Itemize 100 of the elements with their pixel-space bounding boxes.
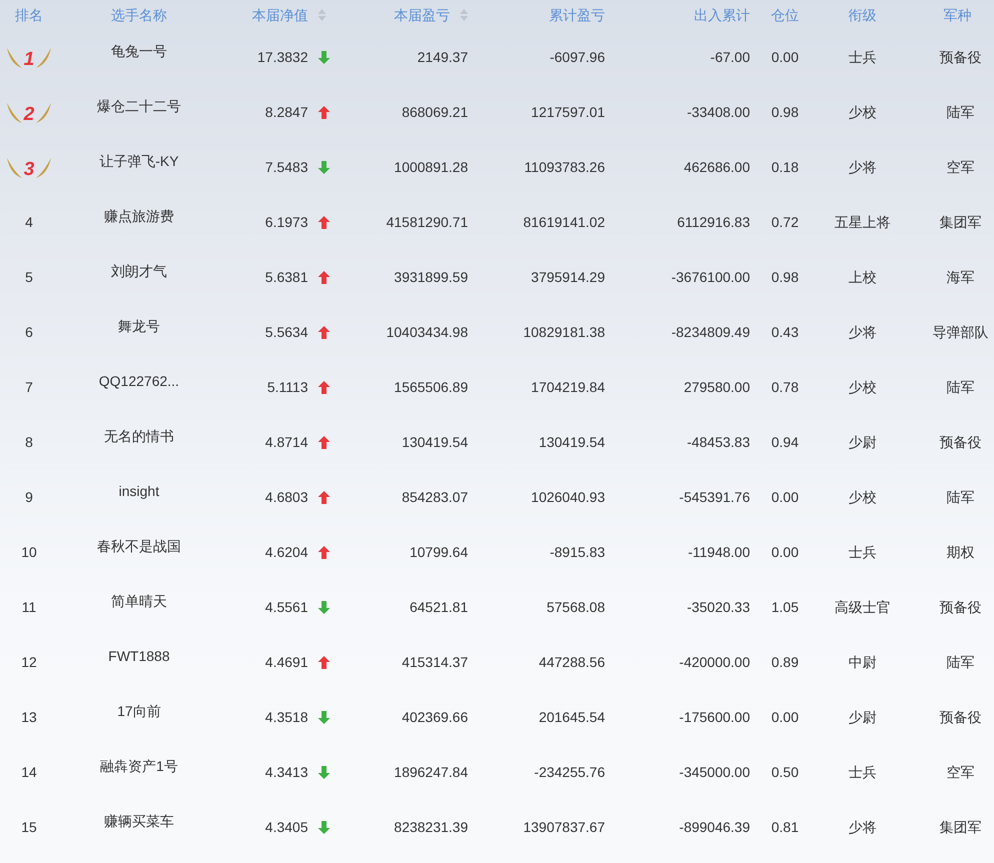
position-cell-text: 0.98 — [770, 268, 800, 287]
total-profit-cell-text: -6097.96 — [548, 48, 606, 67]
rank-title-cell-text: 少校 — [848, 378, 878, 397]
branch-cell-text: 预备役 — [938, 433, 982, 452]
position-cell-text: 0.81 — [770, 818, 800, 837]
total-profit-cell-text: 130419.54 — [538, 433, 606, 452]
net-value: 4.6803 — [265, 488, 308, 507]
branch-cell-text: 预备役 — [938, 48, 982, 67]
sortable-header[interactable]: 本届净值 — [252, 4, 308, 26]
flow-cell-text: -545391.76 — [678, 488, 751, 507]
rank-number: 10 — [20, 543, 38, 562]
flow-cell-text: -35020.33 — [686, 598, 751, 617]
position-cell-text: 0.72 — [770, 213, 800, 232]
total-profit-cell-text: 1704219.84 — [530, 378, 606, 397]
branch-cell-text: 集团军 — [938, 213, 982, 232]
total-profit-cell-text: 57568.08 — [546, 598, 606, 617]
position-cell-text: 0.00 — [770, 543, 800, 562]
player-name: 17向前 — [116, 702, 162, 721]
rank-title-cell-text: 少校 — [848, 488, 878, 507]
branch-cell-text: 陆军 — [946, 378, 976, 397]
rank-title-cell-text: 五星上将 — [834, 213, 892, 232]
player-name: 简单晴天 — [110, 592, 168, 611]
rank-title-cell-text: 士兵 — [848, 543, 878, 562]
rank-number: 15 — [20, 818, 38, 837]
player-name: 融犇资产1号 — [99, 757, 179, 776]
flow-cell-text: -420000.00 — [678, 653, 751, 672]
profit-cell-text: 1000891.28 — [393, 158, 469, 177]
branch-cell-text: 陆军 — [946, 653, 976, 672]
rank-number: 4 — [24, 213, 34, 232]
column-header: 排名 — [15, 6, 43, 24]
sortable-header[interactable]: 本届盈亏 — [394, 4, 450, 26]
position-cell-text: 0.89 — [770, 653, 800, 672]
total-profit-cell-text: 13907837.67 — [522, 818, 606, 837]
branch-cell-text: 集团军 — [938, 818, 982, 837]
net-value: 5.6381 — [265, 268, 308, 287]
flow-cell-text: -11948.00 — [686, 543, 751, 562]
flow-cell-text: -33408.00 — [686, 103, 751, 122]
column-header: 选手名称 — [111, 6, 167, 24]
net-value: 4.3405 — [265, 818, 308, 837]
position-cell-text: 0.94 — [770, 433, 800, 452]
rank-number: 9 — [24, 488, 34, 507]
branch-cell-text: 海军 — [946, 268, 976, 287]
profit-cell-text: 1565506.89 — [393, 378, 469, 397]
total-profit-cell-text: 10829181.38 — [522, 323, 606, 342]
rank-number: 7 — [24, 378, 34, 397]
rank-title-cell-text: 少尉 — [848, 433, 878, 452]
net-value: 7.5483 — [265, 158, 308, 177]
column-header: 仓位 — [771, 6, 799, 24]
total-profit-cell-text: -8915.83 — [548, 543, 606, 562]
player-name: 舞龙号 — [117, 317, 161, 336]
column-header: 出入累计 — [694, 6, 750, 24]
player-name: 赚辆买菜车 — [103, 812, 175, 831]
flow-cell-text: 462686.00 — [682, 158, 751, 177]
position-cell-text: 0.18 — [770, 158, 800, 177]
flow-cell-text: 279580.00 — [682, 378, 751, 397]
rank-number: 12 — [20, 653, 38, 672]
net-value: 8.2847 — [265, 103, 308, 122]
player-name: 爆仓二十二号 — [96, 97, 182, 116]
position-cell-text: 0.50 — [770, 763, 800, 782]
rank-title-cell-text: 高级士官 — [834, 598, 892, 617]
player-name: QQ122762... — [98, 372, 180, 391]
position-cell-text: 0.78 — [770, 378, 800, 397]
profit-cell-text: 854283.07 — [400, 488, 469, 507]
net-value: 4.3413 — [265, 763, 308, 782]
position-cell-text: 1.05 — [770, 598, 800, 617]
net-value: 4.3518 — [265, 708, 308, 727]
position-cell-text: 0.00 — [770, 488, 800, 507]
profit-cell-text: 415314.37 — [400, 653, 469, 672]
rank-title-cell-text: 上校 — [848, 268, 878, 287]
total-profit-cell-text: 81619141.02 — [522, 213, 606, 232]
branch-cell-text: 预备役 — [938, 708, 982, 727]
total-profit-cell-text: 1026040.93 — [530, 488, 606, 507]
player-name: 无名的情书 — [103, 427, 175, 446]
profit-cell-text: 10403434.98 — [385, 323, 469, 342]
rank-title-cell-text: 少将 — [848, 323, 878, 342]
branch-cell-text: 导弹部队 — [932, 323, 990, 342]
total-profit-cell-text: -234255.76 — [533, 763, 606, 782]
flow-cell-text: -175600.00 — [678, 708, 751, 727]
net-value: 4.6204 — [265, 543, 308, 562]
rank-title-cell-text: 少校 — [848, 103, 878, 122]
total-profit-cell-text: 201645.54 — [538, 708, 606, 727]
total-profit-cell-text: 3795914.29 — [530, 268, 606, 287]
branch-cell-text: 期权 — [946, 543, 976, 562]
profit-cell-text: 868069.21 — [400, 103, 469, 122]
player-name: 刘朗才气 — [110, 262, 168, 281]
net-value: 6.1973 — [265, 213, 308, 232]
rank-title-cell-text: 少将 — [848, 818, 878, 837]
net-value: 4.8714 — [265, 433, 308, 452]
flow-cell-text: -48453.83 — [686, 433, 751, 452]
flow-cell-text: -8234809.49 — [670, 323, 751, 342]
position-cell-text: 0.43 — [770, 323, 800, 342]
profit-cell-text: 41581290.71 — [385, 213, 469, 232]
rank-number: 11 — [20, 598, 38, 617]
column-header: 累计盈亏 — [549, 6, 605, 24]
position-cell-text: 0.00 — [770, 708, 800, 727]
rank-title-cell-text: 士兵 — [848, 763, 878, 782]
branch-cell-text: 陆军 — [946, 488, 976, 507]
rank-title-cell-text: 士兵 — [848, 48, 878, 67]
rank-title-cell-text: 少尉 — [848, 708, 878, 727]
column-header: 衔级 — [848, 6, 876, 24]
